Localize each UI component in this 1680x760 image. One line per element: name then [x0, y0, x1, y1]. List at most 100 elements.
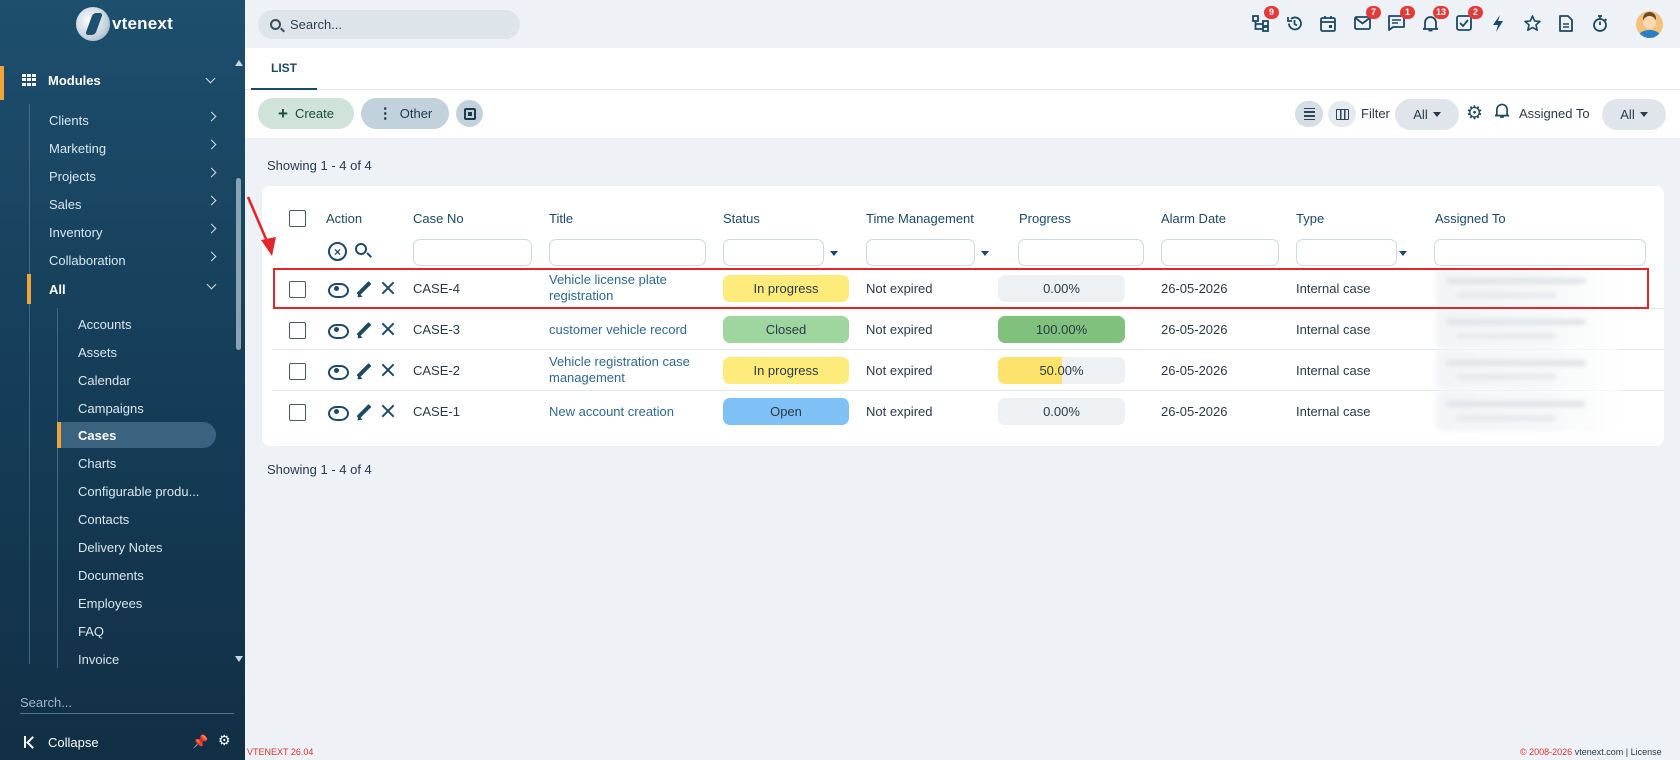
edit-pencil-icon[interactable] [356, 322, 372, 338]
bell-icon[interactable] [1494, 102, 1510, 124]
bell-icon[interactable]: 13 [1419, 6, 1449, 34]
delete-x-icon[interactable] [381, 404, 395, 418]
filter-time-management-select[interactable] [866, 239, 975, 266]
task-icon[interactable]: 2 [1453, 6, 1483, 34]
other-button[interactable]: ⋮ Other [361, 98, 449, 129]
list-settings-icon[interactable]: ⚙ [1466, 102, 1483, 125]
create-button[interactable]: + Create [258, 98, 354, 129]
global-search-input[interactable] [290, 17, 500, 32]
filter-status-select[interactable] [723, 239, 824, 266]
clear-filters-icon[interactable]: × [328, 242, 347, 261]
assigned-to-select[interactable]: All [1602, 99, 1666, 130]
table-row[interactable]: CASE-3 customer vehicle record Closed No… [272, 309, 1664, 350]
filter-select[interactable]: All [1395, 99, 1459, 130]
star-icon[interactable] [1521, 12, 1543, 34]
sidebar-item-all[interactable]: All [49, 278, 219, 300]
sidebar-item-collaboration[interactable]: Collaboration [49, 249, 219, 271]
caret-down-icon[interactable] [1399, 251, 1407, 256]
view-eye-icon[interactable] [328, 283, 349, 298]
chat-icon[interactable]: 1 [1385, 6, 1415, 34]
tab-list[interactable]: LIST [251, 48, 317, 90]
view-eye-icon[interactable] [328, 365, 349, 380]
caret-down-icon[interactable] [981, 251, 989, 256]
sidebar-sub-item-charts[interactable]: Charts [78, 450, 218, 476]
calendar-icon[interactable] [1317, 12, 1339, 34]
edit-pencil-icon[interactable] [356, 281, 372, 297]
filter-title-input[interactable] [549, 239, 706, 266]
row-checkbox[interactable] [289, 281, 306, 298]
sidebar-sub-item-delivery-notes[interactable]: Delivery Notes [78, 534, 218, 560]
sidebar-sub-item-assets[interactable]: Assets [78, 339, 218, 365]
lightning-icon[interactable] [1487, 12, 1509, 34]
sidebar-search-input[interactable] [20, 686, 234, 714]
filter-progress-input[interactable] [1018, 239, 1144, 266]
column-header-case-no[interactable]: Case No [413, 211, 464, 226]
column-header-title[interactable]: Title [549, 211, 573, 226]
sidebar-sub-item-accounts[interactable]: Accounts [78, 311, 218, 337]
edit-pencil-icon[interactable] [356, 404, 372, 420]
select-mode-button[interactable] [456, 100, 483, 127]
row-checkbox[interactable] [289, 404, 306, 421]
sidebar-sub-item-contacts[interactable]: Contacts [78, 506, 218, 532]
filter-alarm-date-input[interactable] [1161, 239, 1279, 266]
sidebar-sub-item-campaigns[interactable]: Campaigns [78, 395, 218, 421]
title-link[interactable]: Vehicle license plate registration [549, 272, 684, 304]
table-row[interactable]: CASE-4 Vehicle license plate registratio… [272, 268, 1664, 309]
sidebar-sub-item-cases[interactable]: Cases [58, 422, 216, 448]
column-header-type[interactable]: Type [1296, 211, 1324, 226]
license-link[interactable]: License [1631, 747, 1662, 757]
hierarchy-icon[interactable]: 9 [1249, 6, 1279, 34]
sidebar-sub-item-documents[interactable]: Documents [78, 562, 218, 588]
column-header-assigned-to[interactable]: Assigned To [1435, 211, 1506, 226]
site-link[interactable]: vtenext.com [1575, 747, 1624, 757]
table-row[interactable]: CASE-1 New account creation Open Not exp… [272, 391, 1664, 432]
column-header-progress[interactable]: Progress [1019, 211, 1071, 226]
caret-down-icon[interactable] [830, 251, 838, 256]
filter-type-select[interactable] [1296, 239, 1397, 266]
row-checkbox[interactable] [289, 363, 306, 380]
sidebar-item-sales[interactable]: Sales [49, 193, 219, 215]
sidebar-sub-item-employees[interactable]: Employees [78, 590, 218, 616]
timer-icon[interactable] [1589, 12, 1611, 34]
sidebar-scrollbar[interactable] [236, 178, 241, 350]
history-icon[interactable] [1283, 12, 1305, 34]
sidebar-sub-item-configurable-products[interactable]: Configurable produ... [78, 478, 218, 504]
table-row[interactable]: CASE-2 Vehicle registration case managem… [272, 350, 1664, 391]
sidebar-sub-item-invoice[interactable]: Invoice [78, 646, 218, 672]
scroll-down-arrow[interactable] [235, 656, 243, 662]
scroll-up-arrow[interactable] [235, 60, 243, 66]
sidebar-item-inventory[interactable]: Inventory [49, 221, 219, 243]
row-checkbox[interactable] [289, 322, 306, 339]
view-eye-icon[interactable] [328, 406, 349, 421]
filter-assigned-to-input[interactable] [1434, 239, 1646, 266]
collapse-button[interactable]: Collapse 📌 ⚙ [0, 728, 245, 756]
logo[interactable]: vtenext [76, 6, 173, 42]
delete-x-icon[interactable] [381, 322, 395, 336]
edit-pencil-icon[interactable] [356, 363, 372, 379]
global-search[interactable] [258, 10, 520, 39]
kanban-view-toggle[interactable] [1328, 101, 1356, 127]
delete-x-icon[interactable] [381, 281, 395, 295]
document-icon[interactable] [1555, 12, 1577, 34]
gear-icon[interactable]: ⚙ [218, 732, 231, 749]
modules-toggle[interactable]: Modules [0, 66, 240, 100]
column-header-time-management[interactable]: Time Management [866, 211, 974, 226]
title-link[interactable]: Vehicle registration case management [549, 354, 697, 386]
title-link[interactable]: customer vehicle record [549, 322, 687, 338]
mail-icon[interactable]: 7 [1351, 6, 1381, 34]
column-header-alarm-date[interactable]: Alarm Date [1161, 211, 1226, 226]
sidebar-sub-item-faq[interactable]: FAQ [78, 618, 218, 644]
sidebar-sub-item-calendar[interactable]: Calendar [78, 367, 218, 393]
delete-x-icon[interactable] [381, 363, 395, 377]
filter-case-no-input[interactable] [413, 239, 532, 266]
pin-icon[interactable]: 📌 [192, 734, 208, 750]
view-eye-icon[interactable] [328, 324, 349, 339]
sidebar-item-clients[interactable]: Clients [49, 109, 219, 131]
sidebar-item-projects[interactable]: Projects [49, 165, 219, 187]
user-avatar[interactable] [1636, 11, 1663, 38]
sidebar-item-marketing[interactable]: Marketing [49, 137, 219, 159]
search-icon[interactable] [355, 243, 367, 255]
column-header-status[interactable]: Status [723, 211, 760, 226]
title-link[interactable]: New account creation [549, 404, 674, 420]
list-view-toggle[interactable] [1295, 101, 1323, 127]
